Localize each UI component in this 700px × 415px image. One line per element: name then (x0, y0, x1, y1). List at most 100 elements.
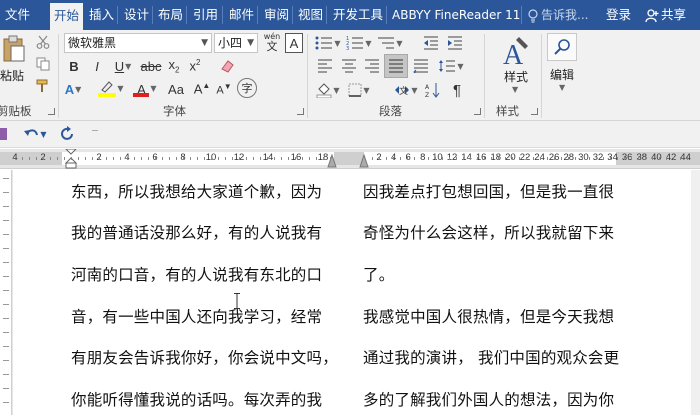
align-center-button[interactable] (339, 56, 359, 76)
ruler-tick (190, 157, 191, 160)
underline-button[interactable]: U ▼ (111, 57, 135, 75)
show-marks-button[interactable]: ¶ (447, 80, 467, 100)
ruler-tick (99, 157, 100, 160)
align-right-button[interactable] (362, 56, 382, 76)
svg-text:3: 3 (346, 46, 349, 50)
lightbulb-icon (528, 8, 538, 23)
grow-font-button[interactable]: A▲ (193, 80, 211, 98)
justify-button[interactable] (384, 54, 408, 78)
ruler-tick (57, 157, 58, 160)
tab-home[interactable]: 开始 (50, 3, 84, 30)
copy-button[interactable] (34, 55, 52, 73)
paste-button[interactable] (0, 34, 28, 64)
text-effects-button[interactable]: A ▼ (63, 80, 83, 98)
cut-button[interactable] (34, 33, 52, 51)
italic-button[interactable]: I (89, 57, 105, 75)
tab-design[interactable]: 设计 (124, 0, 149, 30)
tab-abbyy[interactable]: ABBYY FineReader 11 (392, 0, 520, 30)
superscript-button[interactable]: x2 (187, 57, 203, 75)
ruler-number: 14 (262, 152, 274, 163)
chinese-layout-button[interactable]: 文 ▼ (393, 80, 419, 100)
align-left-button[interactable] (315, 56, 335, 76)
bullets-button[interactable]: ▼ (315, 33, 341, 53)
share-button[interactable]: 共享 (645, 0, 686, 30)
change-case-icon: Aa (168, 81, 184, 97)
font-family-select[interactable]: 微软雅黑 ▼ (64, 33, 212, 53)
login-button[interactable]: 登录 (606, 0, 631, 30)
pilcrow-icon: ¶ (452, 81, 462, 99)
vertical-scrollbar[interactable] (691, 170, 700, 415)
ruler-tick (442, 157, 443, 160)
enclose-characters-button[interactable]: 字 (237, 78, 257, 98)
character-border-button[interactable]: A (285, 33, 303, 53)
tab-references[interactable]: 引用 (193, 0, 218, 30)
vertical-ruler[interactable] (0, 170, 12, 415)
tab-review[interactable]: 审阅 (264, 0, 289, 30)
ruler-tick (85, 157, 86, 160)
distributed-button[interactable] (411, 56, 431, 76)
ruler-tick (253, 157, 254, 160)
sort-button[interactable]: AZ (423, 80, 443, 100)
styles-launcher[interactable] (531, 108, 538, 115)
borders-button[interactable]: ▼ (346, 80, 372, 100)
vertical-ruler-tick (3, 276, 9, 277)
editing-button[interactable] (547, 33, 577, 61)
ruler-tick (239, 157, 240, 160)
text-line: 你能听得懂我说的话吗。每次弄的我 (71, 391, 323, 409)
save-button[interactable] (0, 126, 8, 142)
tab-mailings[interactable]: 邮件 (229, 0, 254, 30)
ruler-tick (687, 157, 688, 160)
shrink-font-button[interactable]: A▼ (215, 80, 233, 98)
tab-view[interactable]: 视图 (298, 0, 323, 30)
styles-group-label: 样式 (496, 104, 519, 118)
ruler-number: 16 (290, 152, 302, 163)
increase-indent-icon (448, 36, 462, 50)
highlighter-icon (98, 79, 117, 97)
decrease-indent-button[interactable] (421, 33, 441, 53)
clipboard-launcher[interactable] (48, 108, 55, 115)
change-case-button[interactable]: Aa (167, 80, 185, 98)
text-cursor-icon (234, 293, 240, 309)
document-page[interactable]: 东西，所以我想给大家道个歉，因为 我的普通话没那么好，有的人说我有 河南的口音，有的… (13, 170, 691, 415)
paragraph-launcher[interactable] (474, 108, 481, 115)
format-painter-button[interactable] (34, 77, 52, 95)
editing-label: 编辑 (550, 68, 575, 82)
redo-button[interactable] (58, 125, 78, 143)
clear-formatting-button[interactable] (217, 57, 237, 75)
ruler-tick (155, 157, 156, 160)
increase-indent-button[interactable] (445, 33, 465, 53)
bullet-list-icon (315, 36, 333, 50)
undo-button[interactable]: ▼ (20, 125, 50, 143)
ruler-tick (92, 157, 93, 160)
strikethrough-button[interactable]: abc (141, 57, 162, 75)
tab-layout[interactable]: 布局 (158, 0, 183, 30)
customize-qat-icon[interactable] (92, 130, 98, 131)
tell-me-box[interactable]: 告诉我... (528, 0, 588, 30)
tab-insert[interactable]: 插入 (89, 0, 114, 30)
horizontal-ruler[interactable]: 4224681012141618 24681012141618202224262… (0, 149, 700, 169)
svg-text:A: A (425, 84, 430, 91)
multilevel-list-button[interactable]: ▼ (377, 33, 403, 53)
font-color-button[interactable]: A ▼ (132, 78, 158, 98)
shading-button[interactable]: ▼ (315, 80, 341, 100)
paste-icon (3, 35, 25, 62)
numbering-button[interactable]: 1 2 3 ▼ (346, 33, 372, 53)
text-line: 通过我的演讲， 我们中国的观众会更 (363, 349, 620, 367)
line-spacing-button[interactable]: ▼ (437, 56, 465, 76)
subscript-button[interactable]: x2 (166, 57, 182, 75)
ruler-tick (680, 157, 681, 160)
styles-gallery-button[interactable]: A (497, 33, 535, 69)
font-launcher[interactable] (297, 108, 304, 115)
tab-file[interactable]: 文件 (5, 0, 30, 30)
font-size-select[interactable]: 小四 ▼ (214, 33, 258, 53)
ruler-tick (71, 157, 72, 160)
tab-developer[interactable]: 开发工具 (333, 0, 383, 30)
bold-button[interactable]: B (66, 57, 82, 75)
phonetic-guide-button[interactable]: wén 文 (262, 32, 282, 54)
highlight-button[interactable]: ▼ (97, 78, 125, 98)
distributed-icon (413, 59, 428, 73)
ruler-tick (274, 157, 275, 160)
underline-icon: U (114, 58, 125, 74)
column-marker-icon[interactable] (327, 154, 337, 168)
column-marker-icon[interactable] (359, 154, 369, 168)
